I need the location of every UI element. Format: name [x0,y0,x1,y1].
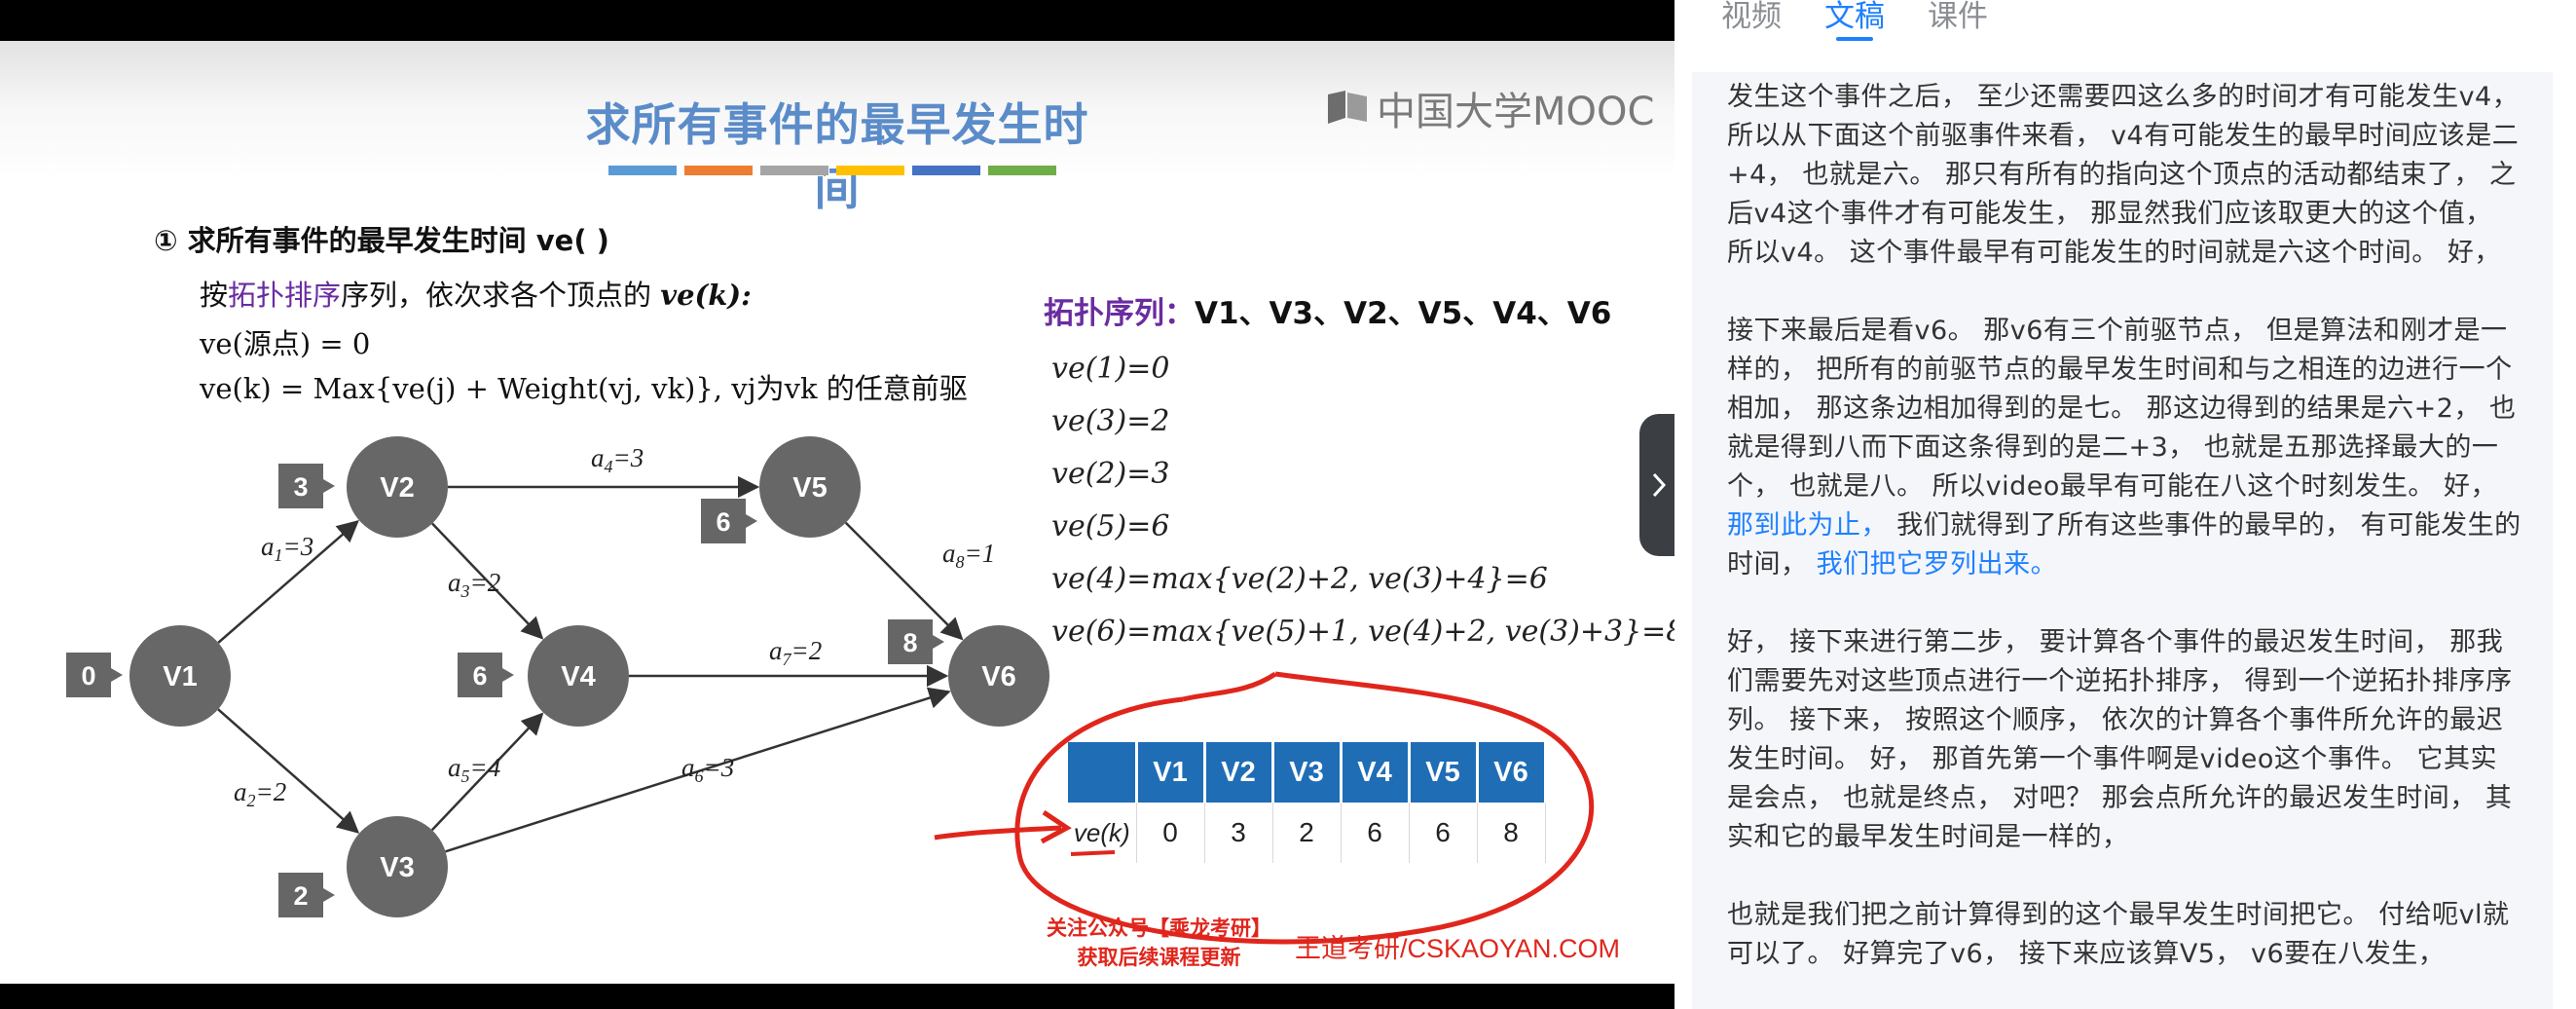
tab-video[interactable]: 视频 [1721,0,1782,41]
transcript-paragraph: 来看另一个前序节点V3这个事件， 有可能最早在二这个时刻发生。 发生这个事件之后… [1727,72,2521,273]
edge-label-a5: a5=4 [448,753,500,786]
aoe-graph: a1=3 a2=2 a3=2 a4=3 a5=4 a6=3 a7=2 a8=1 V1 0 V2 3 V3… [66,436,1049,917]
transcript-text: 来看另一个前序节点V3这个事件， 有可能最早在二这个时刻发生。 发生这个事件之后… [1727,72,2521,268]
transcript-content: 来看另一个前序节点V3这个事件， 有可能最早在二这个时刻发生。 发生这个事件之后… [1692,72,2553,1009]
node-label: V3 [380,852,414,883]
ve-badge-pointer [111,668,123,682]
node-label: V2 [380,472,414,504]
transcript-highlight[interactable]: 那到此为止， [1727,510,1888,541]
ve-badge-value: 6 [472,661,487,691]
node-label: V1 [163,661,197,692]
edge-label-a1: a1=3 [261,532,313,565]
transcript-paragraph: 接下来最后是看v6。 那v6有三个前驱节点， 但是算法和刚才是一样的， 把所有的… [1727,312,2521,584]
ve-badge-pointer [502,668,514,682]
side-panel: 视频 文稿 课件 来看另一个前序节点V3这个事件， 有可能最早在二这个时刻发生。… [1674,0,2576,1009]
transcript-area[interactable]: 来看另一个前序节点V3这个事件， 有可能最早在二这个时刻发生。 发生这个事件之后… [1692,72,2553,1009]
ve-badge-value: 6 [716,507,730,537]
edge-label-a8: a8=1 [942,539,995,572]
panel-tabs: 视频 文稿 课件 [1721,0,1988,41]
transcript-paragraph: 也就是我们把之前计算得到的这个最早发生时间把它。 付给呃vl就可以了。 好算完了… [1727,896,2521,974]
node-label: V6 [981,661,1015,692]
ve-badge-pointer [323,888,335,902]
ve-badge-value: 2 [293,881,308,911]
tab-transcript[interactable]: 文稿 [1824,0,1885,41]
transcript-paragraph: 好， 接下来进行第二步， 要计算各个事件的最迟发生时间， 那我们需要先对这些顶点… [1727,623,2521,857]
ve-badge-pointer [323,479,335,493]
edge-label-a2: a2=2 [234,777,286,810]
panel-collapse-button[interactable] [1639,414,1674,556]
ve-badge-value: 8 [902,628,917,657]
tab-courseware[interactable]: 课件 [1928,0,1988,41]
lecture-slide: 求所有事件的最早发生时间 中国大学MOOC ① 求所有事件的最早发生时间 ve(… [0,41,1674,984]
ve-badge-pointer [933,635,944,649]
transcript-highlight[interactable]: 我们把它罗列出来。 [1817,549,2058,579]
edge-label-a6: a6=3 [681,753,734,786]
node-label: V5 [792,472,827,504]
graph-edge-a2 [217,708,360,834]
node-label: V4 [561,661,595,692]
transcript-text: 接下来最后是看v6。 那v6有三个前驱节点， 但是算法和刚才是一样的， 把所有的… [1727,316,2517,502]
transcript-text: 也就是我们把之前计算得到的这个最早发生时间把它。 付给呃vl就可以了。 好算完了… [1727,900,2510,969]
chevron-right-icon [1652,472,1667,498]
edge-label-a4: a4=3 [591,443,644,476]
transcript-text: 好， 接下来进行第二步， 要计算各个事件的最迟发生时间， 那我们需要先对这些顶点… [1727,627,2513,852]
ve-badge-pointer [746,514,757,528]
edge-label-a3: a3=2 [448,568,500,601]
ve-badge-value: 3 [293,472,308,502]
ve-badge-value: 0 [81,661,95,691]
edge-label-a7: a7=2 [769,636,822,669]
video-player[interactable]: 求所有事件的最早发生时间 中国大学MOOC ① 求所有事件的最早发生时间 ve(… [0,0,1674,1009]
